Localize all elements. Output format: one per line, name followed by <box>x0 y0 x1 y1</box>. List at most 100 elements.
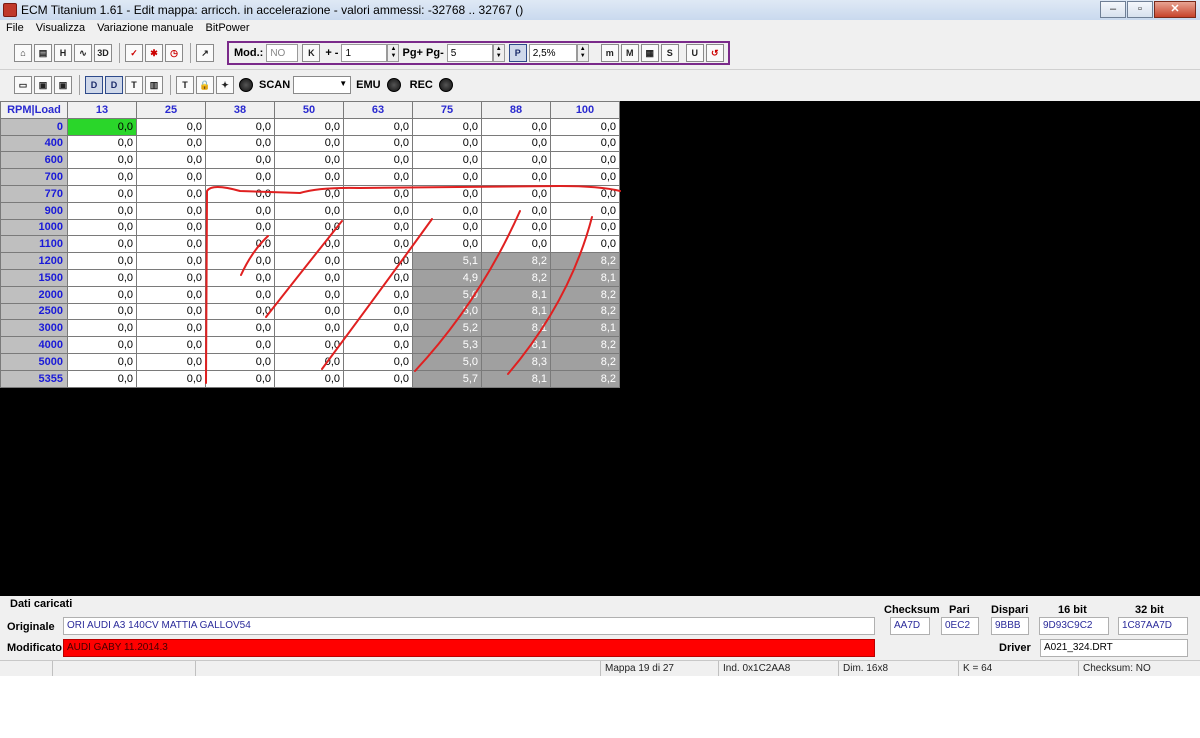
load-column-header[interactable]: 88 <box>481 101 551 119</box>
reset-icon[interactable]: ↺ <box>705 44 724 62</box>
page-step-input[interactable]: 5 <box>446 44 493 62</box>
map-cell[interactable]: 8,1 <box>550 319 620 338</box>
runner-icon[interactable]: ✦ <box>216 76 234 94</box>
map-cell[interactable]: 0,0 <box>136 252 206 270</box>
map-cell[interactable]: 0,0 <box>343 201 413 220</box>
load-column-header[interactable]: 13 <box>67 101 137 119</box>
map-cell[interactable]: 5,2 <box>412 319 482 338</box>
map-cell[interactable]: 0,0 <box>343 168 413 186</box>
map-cell[interactable]: 0,0 <box>67 352 137 371</box>
map-cell[interactable]: 8,2 <box>550 285 620 304</box>
home-icon[interactable]: ⌂ <box>14 44 32 62</box>
map-cell[interactable]: 0,0 <box>274 117 344 136</box>
map-cell[interactable]: 8,2 <box>550 336 620 354</box>
map-cell[interactable]: 0,0 <box>343 352 413 371</box>
map-cell[interactable]: 0,0 <box>343 184 413 203</box>
map-cell[interactable]: 0,0 <box>481 218 551 237</box>
map-cell[interactable]: 0,0 <box>136 117 206 136</box>
mod-field[interactable]: NO <box>266 44 299 62</box>
step-spinner[interactable]: ▲ ▼ <box>387 44 400 62</box>
map-cell[interactable]: 8,1 <box>481 336 551 354</box>
map-cell[interactable]: 0,0 <box>136 201 206 220</box>
map-cell[interactable]: 0,0 <box>136 151 206 170</box>
map-cell[interactable]: 5,0 <box>412 285 482 304</box>
rpm-row-header[interactable]: 700 <box>0 168 68 186</box>
menu-file[interactable]: File <box>6 22 24 34</box>
rpm-row-header[interactable]: 0 <box>0 117 68 136</box>
map-cell[interactable]: 5,0 <box>412 302 482 321</box>
map-cell[interactable]: 0,0 <box>550 235 620 254</box>
map-cell[interactable]: 0,0 <box>274 369 344 388</box>
view-d2-icon[interactable]: D <box>105 76 123 94</box>
map-cell[interactable]: 0,0 <box>274 201 344 220</box>
view-columns-icon[interactable]: ▥ <box>145 76 163 94</box>
rec-status-icon[interactable] <box>438 78 453 92</box>
map-cell[interactable]: 0,0 <box>205 336 275 354</box>
rpm-row-header[interactable]: 5355 <box>0 369 68 388</box>
map-cell[interactable]: 0,0 <box>136 302 206 321</box>
map-cell[interactable]: 0,0 <box>205 285 275 304</box>
map-cell[interactable]: 0,0 <box>550 184 620 203</box>
rpm-row-header[interactable]: 1000 <box>0 218 68 237</box>
rpm-row-header[interactable]: 4000 <box>0 336 68 354</box>
map-cell[interactable]: 0,0 <box>343 268 413 287</box>
page-step-spinner[interactable]: ▲ ▼ <box>492 44 505 62</box>
load-column-header[interactable]: 100 <box>550 101 620 119</box>
map-cell[interactable]: 0,0 <box>67 168 137 186</box>
map-cell[interactable]: 0,0 <box>481 151 551 170</box>
menu-variazione-manuale[interactable]: Variazione manuale <box>97 22 193 34</box>
map-cell[interactable]: 0,0 <box>481 134 551 153</box>
rpm-row-header[interactable]: 2500 <box>0 302 68 321</box>
map-cell[interactable]: 0,0 <box>205 117 275 136</box>
map-cell[interactable]: 0,0 <box>274 352 344 371</box>
map-cell[interactable]: 0,0 <box>343 319 413 338</box>
map-cell[interactable]: 0,0 <box>67 184 137 203</box>
map-cell[interactable]: 0,0 <box>343 285 413 304</box>
percent-input[interactable]: 2,5% <box>528 44 577 62</box>
map-cell[interactable]: 0,0 <box>205 302 275 321</box>
rpm-row-header[interactable]: 770 <box>0 184 68 203</box>
map-cell[interactable]: 0,0 <box>412 184 482 203</box>
timer-icon[interactable]: ◷ <box>165 44 183 62</box>
view-t-icon[interactable]: T <box>125 76 143 94</box>
rpm-row-header[interactable]: 2000 <box>0 285 68 304</box>
rpm-row-header[interactable]: 900 <box>0 201 68 220</box>
color-map-icon[interactable]: ▦ <box>640 44 659 62</box>
map-cell[interactable]: 0,0 <box>136 285 206 304</box>
map-cell[interactable]: 8,1 <box>481 302 551 321</box>
rpm-row-header[interactable]: 1200 <box>0 252 68 270</box>
map-cell[interactable]: 0,0 <box>274 218 344 237</box>
map-cell[interactable]: 0,0 <box>274 168 344 186</box>
lock-icon[interactable]: 🔒 <box>196 76 214 94</box>
minimize-button[interactable]: – <box>1100 1 1126 18</box>
map-cell[interactable]: 8,1 <box>481 369 551 388</box>
emu-status-icon[interactable] <box>386 78 401 92</box>
load-column-header[interactable]: 50 <box>274 101 344 119</box>
map-cell[interactable]: 0,0 <box>205 184 275 203</box>
rpm-row-header[interactable]: 1500 <box>0 268 68 287</box>
map-cell[interactable]: 5,7 <box>412 369 482 388</box>
map-cell[interactable]: 0,0 <box>205 352 275 371</box>
map-cell[interactable]: 0,0 <box>412 218 482 237</box>
save-icon[interactable]: ▣ <box>34 76 52 94</box>
map-cell[interactable]: 0,0 <box>136 235 206 254</box>
view-d-icon[interactable]: D <box>85 76 103 94</box>
map-cell[interactable]: 0,0 <box>205 218 275 237</box>
map-cell[interactable]: 0,0 <box>136 134 206 153</box>
map-cell[interactable]: 0,0 <box>274 151 344 170</box>
map-cell[interactable]: 0,0 <box>412 235 482 254</box>
map-cell[interactable]: 0,0 <box>67 218 137 237</box>
map-cell[interactable]: 0,0 <box>550 151 620 170</box>
map-cell[interactable]: 0,0 <box>343 218 413 237</box>
map-cell[interactable]: 0,0 <box>412 117 482 136</box>
originale-field[interactable]: ORI AUDI A3 140CV MATTIA GALLOV54 <box>63 617 875 635</box>
map-cell[interactable]: 0,0 <box>67 201 137 220</box>
map-cell[interactable]: 8,2 <box>550 302 620 321</box>
graph-2d-icon[interactable]: ∿ <box>74 44 92 62</box>
map-cell[interactable]: 8,2 <box>481 268 551 287</box>
map-cell[interactable]: 0,0 <box>205 268 275 287</box>
map-cell[interactable]: 4,9 <box>412 268 482 287</box>
map-cell[interactable]: 0,0 <box>274 302 344 321</box>
map-cell[interactable]: 0,0 <box>67 336 137 354</box>
map-cell[interactable]: 0,0 <box>67 151 137 170</box>
